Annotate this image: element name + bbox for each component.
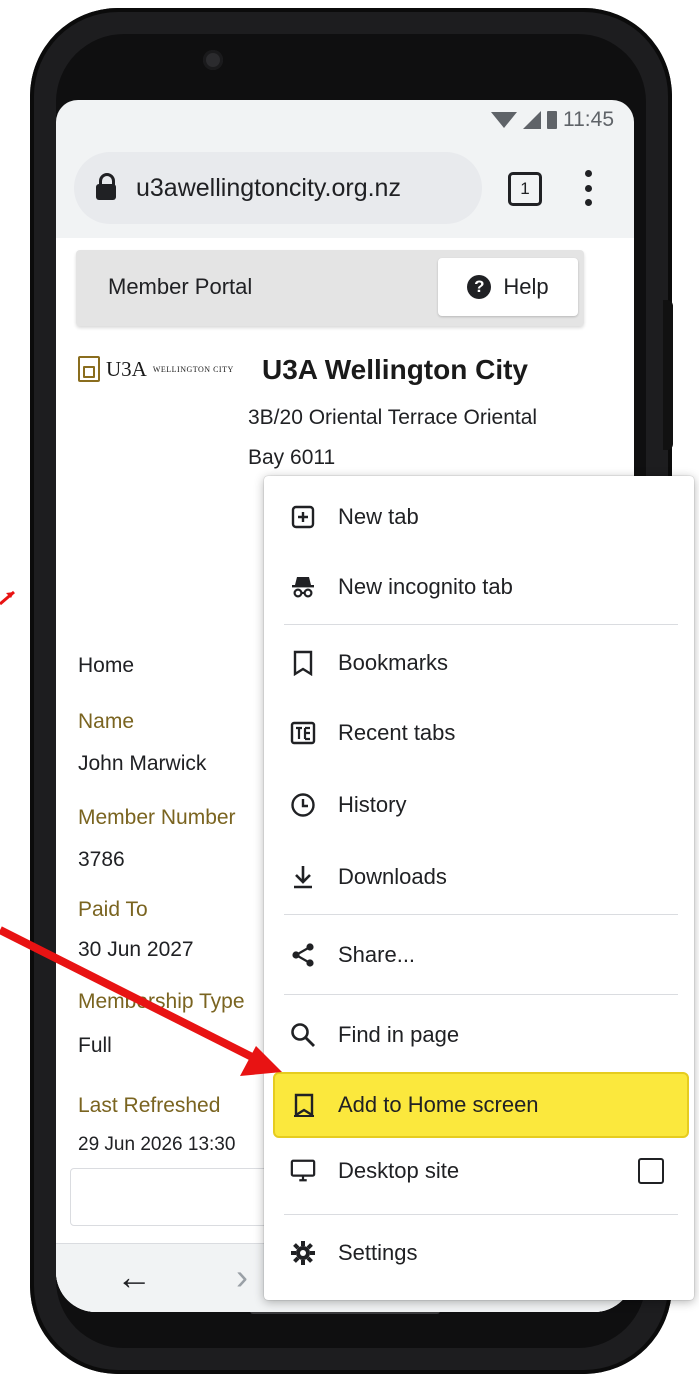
- annotation-arrow: [0, 926, 282, 1076]
